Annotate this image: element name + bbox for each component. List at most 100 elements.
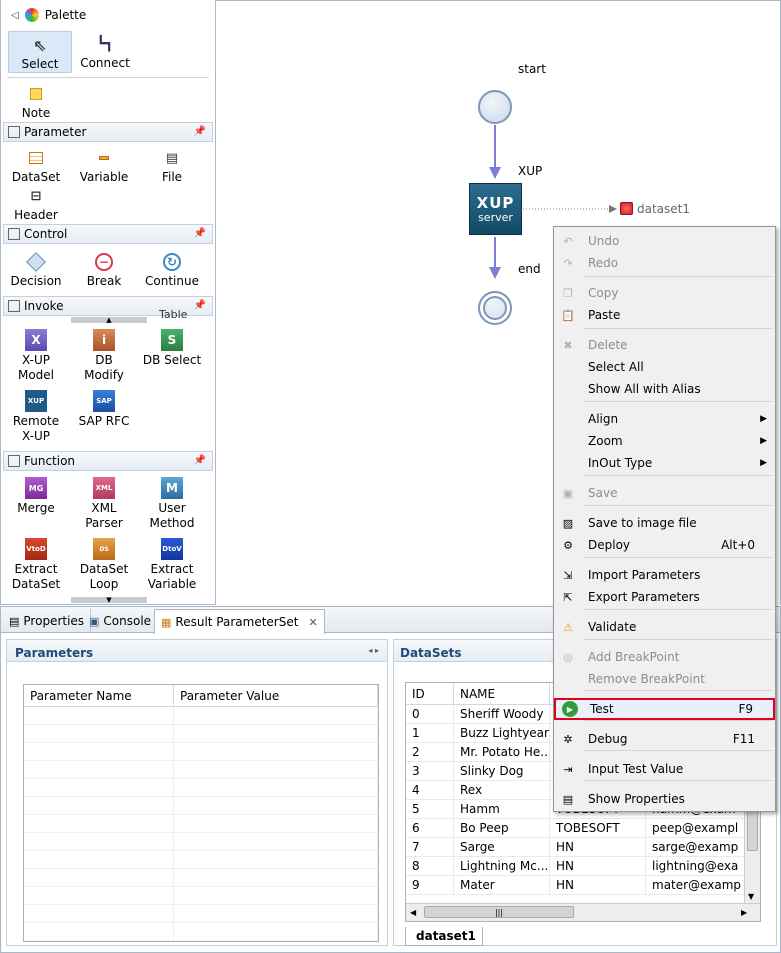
param-cell[interactable] — [174, 851, 378, 869]
param-cell[interactable] — [24, 761, 174, 779]
param-cell[interactable] — [24, 743, 174, 761]
dataset-cell[interactable]: 3 — [406, 762, 454, 781]
dataset-cell[interactable]: Mr. Potato He... — [454, 743, 550, 762]
note-tool[interactable]: Note — [4, 84, 68, 121]
xup-server-node[interactable]: XUP server — [469, 183, 522, 235]
scroll-down-icon[interactable]: ▼ — [748, 892, 754, 901]
param-cell[interactable] — [174, 887, 378, 905]
dataset-cell[interactable]: sarge@examp — [646, 838, 746, 857]
xml-parser-tool[interactable]: XML XML Parser — [72, 477, 136, 531]
param-cell[interactable] — [24, 905, 174, 923]
dataset-cell[interactable]: 4 — [406, 781, 454, 800]
menu-item-undo[interactable]: ↶ Undo — [554, 230, 775, 252]
close-icon[interactable]: ✕ — [308, 616, 317, 629]
pin-icon[interactable]: 📌 — [194, 126, 206, 137]
dataset-cell[interactable]: 8 — [406, 857, 454, 876]
menu-item-debug[interactable]: ✲ Debug F11 — [554, 728, 775, 750]
dataset-cell[interactable]: 6 — [406, 819, 454, 838]
dataset-cell[interactable]: Bo Peep — [454, 819, 550, 838]
variable-tool[interactable]: Variable — [72, 148, 136, 185]
pin-icon[interactable]: 📌 — [194, 228, 206, 239]
param-cell[interactable] — [24, 725, 174, 743]
menu-item-import-parameters[interactable]: ⇲ Import Parameters — [554, 564, 775, 586]
menu-item-select-all[interactable]: Select All — [554, 356, 775, 378]
param-cell[interactable] — [174, 779, 378, 797]
section-control[interactable]: Control 📌 — [3, 224, 213, 244]
select-tool[interactable]: ⇖ Select — [8, 31, 72, 73]
scroll-right-icon[interactable]: ▶ — [741, 908, 747, 917]
file-tool[interactable]: ▤ File — [140, 148, 204, 185]
section-function[interactable]: Function 📌 — [3, 451, 213, 471]
menu-item-delete[interactable]: ✖ Delete — [554, 334, 775, 356]
user-method-tool[interactable]: M User Method — [140, 477, 204, 531]
dataset-cell[interactable]: mater@examp — [646, 876, 746, 895]
dataset-cell[interactable]: Rex — [454, 781, 550, 800]
menu-item-paste[interactable]: 📋 Paste — [554, 304, 775, 326]
menu-item-zoom[interactable]: Zoom ▶ — [554, 430, 775, 452]
db-modify-tool[interactable]: i DB Modify — [72, 329, 136, 383]
menu-item-show-all-with-alias[interactable]: Show All with Alias — [554, 378, 775, 400]
menu-item-show-properties[interactable]: ▤ Show Properties — [554, 788, 775, 810]
h-scrollbar-thumb[interactable]: ||| — [424, 906, 574, 918]
dataset-cell[interactable]: 0 — [406, 705, 454, 724]
dataset-cell[interactable]: HN — [550, 876, 646, 895]
dataset-loop-tool[interactable]: DS DataSet Loop — [72, 538, 136, 592]
menu-item-input-test-value[interactable]: ⇥ Input Test Value — [554, 758, 775, 780]
menu-item-align[interactable]: Align ▶ — [554, 408, 775, 430]
dataset-cell[interactable]: lightning@exa — [646, 857, 746, 876]
pin-icon[interactable]: 📌 — [194, 455, 206, 466]
param-cell[interactable] — [24, 833, 174, 851]
menu-item-export-parameters[interactable]: ⇱ Export Parameters — [554, 586, 775, 608]
scroll-left-icon[interactable]: ◀ — [410, 908, 416, 917]
menu-item-add-breakpoint[interactable]: ◎ Add BreakPoint — [554, 646, 775, 668]
dataset-cell[interactable]: Sarge — [454, 838, 550, 857]
remote-xup-tool[interactable]: XUP Remote X-UP — [4, 390, 68, 444]
merge-tool[interactable]: MG Merge — [4, 477, 68, 516]
param-cell[interactable] — [174, 725, 378, 743]
tab-result-parameterset[interactable]: ▦ Result ParameterSet ✕ — [154, 609, 325, 634]
param-cell[interactable] — [174, 905, 378, 923]
menu-item-save[interactable]: ▣ Save — [554, 482, 775, 504]
extract-variable-tool[interactable]: DtoV Extract Variable — [140, 538, 204, 592]
db-select-tool[interactable]: S DB Select — [140, 329, 204, 368]
scroll-down-arrow[interactable]: ▼ — [71, 597, 147, 604]
param-cell[interactable] — [24, 887, 174, 905]
param-cell[interactable] — [174, 869, 378, 887]
dataset-node-icon[interactable] — [620, 202, 633, 215]
menu-item-copy[interactable]: ❐ Copy — [554, 282, 775, 304]
param-cell[interactable] — [174, 761, 378, 779]
scroll-up-arrow[interactable]: ▲ — [71, 317, 147, 324]
param-cell[interactable] — [24, 779, 174, 797]
dataset-cell[interactable]: HN — [550, 838, 646, 857]
connect-tool[interactable]: ┗┓ Connect — [73, 31, 137, 73]
dataset-cell[interactable]: peep@exampl — [646, 819, 746, 838]
menu-item-redo[interactable]: ↷ Redo — [554, 252, 775, 274]
tab-console[interactable]: ▣ Console — [83, 609, 159, 633]
dataset-cell[interactable]: Mater — [454, 876, 550, 895]
horizontal-scrollbar[interactable]: ◀ ||| ▶ — [406, 903, 760, 921]
menu-item-remove-breakpoint[interactable]: Remove BreakPoint — [554, 668, 775, 690]
decision-tool[interactable]: Decision — [4, 252, 68, 289]
break-tool[interactable]: − Break — [72, 252, 136, 289]
extract-dataset-tool[interactable]: VtoD Extract DataSet — [4, 538, 68, 592]
dataset-cell[interactable]: 2 — [406, 743, 454, 762]
param-cell[interactable] — [174, 743, 378, 761]
dataset-column-header[interactable]: ID — [406, 683, 454, 705]
param-cell[interactable] — [174, 833, 378, 851]
param-cell[interactable] — [24, 797, 174, 815]
dataset-cell[interactable]: TOBESOFT — [550, 819, 646, 838]
continue-tool[interactable]: ↻ Continue — [140, 252, 204, 289]
param-cell[interactable] — [174, 815, 378, 833]
param-cell[interactable] — [174, 797, 378, 815]
dataset-cell[interactable]: Buzz Lightyear — [454, 724, 550, 743]
dataset-tool[interactable]: DataSet — [4, 148, 68, 185]
dataset-node-label[interactable]: dataset1 — [637, 202, 690, 216]
dataset-cell[interactable]: 1 — [406, 724, 454, 743]
collapse-arrow-icon[interactable]: ◁ — [11, 10, 19, 21]
param-cell[interactable] — [174, 707, 378, 725]
dataset-cell[interactable]: Slinky Dog — [454, 762, 550, 781]
dataset-cell[interactable]: 9 — [406, 876, 454, 895]
xup-model-tool[interactable]: X X-UP Model — [4, 329, 68, 383]
parameters-table[interactable]: Parameter Name Parameter Value — [23, 684, 379, 942]
param-cell[interactable] — [24, 707, 174, 725]
